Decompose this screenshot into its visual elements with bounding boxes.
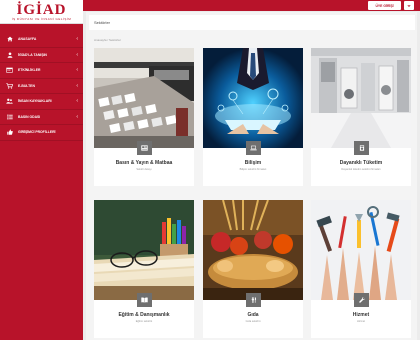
- sidebar-item-label: BASIN ODASI: [18, 114, 41, 119]
- sidebar-item-hr[interactable]: İNSAN KAYNAKLARI ‹: [0, 94, 83, 110]
- wrench-icon: [354, 293, 369, 307]
- calendar-icon: [5, 67, 14, 73]
- sector-card-service[interactable]: Hizmet Hizmet: [311, 200, 411, 338]
- card-subtitle: Hizmet: [356, 320, 366, 323]
- newspaper-icon: [137, 141, 152, 155]
- sector-card-press[interactable]: Basın & Yayın & Matbaa Sektör detayı: [94, 48, 194, 186]
- card-title: Dayanıklı Tüketim: [339, 160, 383, 166]
- sector-card-food[interactable]: Gıda Gıda sektörü: [203, 200, 303, 338]
- logo[interactable]: İGİAD İŞ DÜNYASI VE İNSANİ GELİŞİM: [0, 0, 83, 24]
- chevron-left-icon: ‹: [76, 51, 78, 58]
- card-image-education: [94, 200, 194, 300]
- sidebar-item-label: ANASAYFA: [18, 37, 37, 42]
- sidebar-item-label: ETKİNLİKLER: [18, 68, 41, 73]
- sector-card-durable-goods[interactable]: Dayanıklı Tüketim Dayanıklı tüketim sekt…: [311, 48, 411, 186]
- card-image-appliances: [311, 48, 411, 148]
- cart-icon: [5, 83, 14, 89]
- card-image-tools: [311, 200, 411, 300]
- sector-card-it[interactable]: Bilişim Bilişim sektörü firmaları: [203, 48, 303, 186]
- sidebar-menu: ANASAYFA ‹ İGİAD'LA TANIŞIN ‹ ETKİNLİKLE…: [0, 32, 83, 141]
- card-title: Gıda: [247, 312, 259, 318]
- thumbs-up-icon: [5, 129, 14, 135]
- sidebar-item-events[interactable]: ETKİNLİKLER ‹: [0, 63, 83, 79]
- list-icon: [5, 114, 14, 120]
- sidebar: İGİAD İŞ DÜNYASI VE İNSANİ GELİŞİM ANASA…: [0, 0, 83, 340]
- card-image-food: [203, 200, 303, 300]
- sidebar-item-bulletin[interactable]: E-BÜLTEN ‹: [0, 79, 83, 94]
- sidebar-item-entrepreneurs[interactable]: GİRİŞİMCİ PROFİLLERİ: [0, 125, 83, 141]
- chevron-left-icon: ‹: [76, 67, 78, 74]
- home-icon: [5, 36, 14, 42]
- sidebar-item-about[interactable]: İGİAD'LA TANIŞIN ‹: [0, 48, 83, 63]
- sidebar-item-label: E-BÜLTEN: [18, 83, 35, 88]
- logo-tagline: İŞ DÜNYASI VE İNSANİ GELİŞİM: [11, 16, 72, 21]
- appliance-icon: [354, 141, 369, 155]
- chevron-left-icon: ‹: [76, 36, 78, 43]
- sidebar-item-press[interactable]: BASIN ODASI ‹: [0, 110, 83, 125]
- sidebar-item-home[interactable]: ANASAYFA ‹: [0, 32, 83, 48]
- sidebar-item-label: İNSAN KAYNAKLARI: [18, 99, 52, 104]
- book-icon: [137, 293, 152, 307]
- sector-card-education[interactable]: Eğitim & Danışmanlık Eğitim sektörü: [94, 200, 194, 338]
- users-icon: [5, 98, 14, 104]
- laptop-icon: [246, 141, 261, 155]
- user-icon: [5, 52, 14, 58]
- card-image-technology: [203, 48, 303, 148]
- card-subtitle: Dayanıklı tüketim sektörü firmaları: [341, 168, 381, 171]
- sidebar-item-label: GİRİŞİMCİ PROFİLLERİ: [18, 130, 56, 135]
- chevron-left-icon: ‹: [76, 82, 78, 89]
- card-title: Hizmet: [352, 312, 370, 318]
- menu-icon: [407, 4, 411, 7]
- card-title: Basın & Yayın & Matbaa: [115, 160, 173, 166]
- card-title: Bilişim: [244, 160, 262, 166]
- breadcrumb[interactable]: Anasayfa / Sektörler: [94, 38, 121, 42]
- card-subtitle: Sektör detayı: [136, 168, 152, 171]
- chevron-left-icon: ‹: [76, 113, 78, 120]
- card-image-printing-press: [94, 48, 194, 148]
- page-title: Sektörler: [89, 15, 415, 30]
- sidebar-item-label: İGİAD'LA TANIŞIN: [18, 52, 47, 57]
- card-subtitle: Gıda sektörü: [245, 320, 261, 323]
- utensils-icon: [246, 293, 261, 307]
- card-title: Eğitim & Danışmanlık: [118, 312, 170, 318]
- main-content: Sektörler Anasayfa / Sektörler Basın & Y…: [86, 12, 417, 340]
- chevron-left-icon: ‹: [76, 98, 78, 105]
- card-subtitle: Eğitim sektörü: [135, 320, 153, 323]
- card-subtitle: Bilişim sektörü firmaları: [239, 168, 267, 171]
- menu-toggle-button[interactable]: [404, 1, 414, 10]
- login-button[interactable]: ÜYE GİRİŞİ: [368, 1, 401, 10]
- logo-text: İGİAD: [16, 1, 67, 18]
